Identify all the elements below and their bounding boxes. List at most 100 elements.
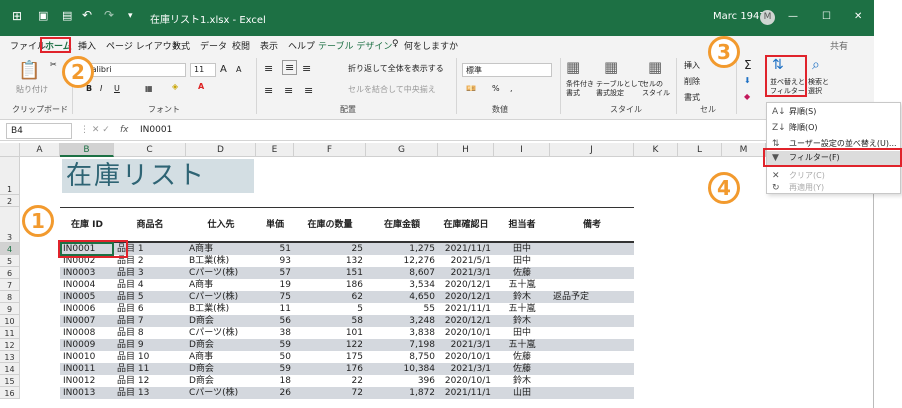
table-cell[interactable]: IN0013 [60, 387, 114, 399]
paste-icon[interactable]: 📋 [18, 60, 40, 81]
table-cell[interactable]: 38 [256, 327, 294, 339]
table-cell[interactable]: D商会 [186, 375, 256, 387]
bold-button[interactable]: B [86, 84, 92, 93]
table-cell[interactable]: 山田 [494, 387, 550, 399]
row-header-12[interactable]: 12 [0, 339, 20, 351]
table-cell[interactable]: 品目 5 [114, 291, 186, 303]
format-as-table-icon[interactable]: ▦ [604, 58, 618, 76]
table-cell[interactable]: 品目 4 [114, 279, 186, 291]
column-header-J[interactable]: J [550, 143, 634, 157]
tab-page-layout[interactable]: ページ レイアウト [106, 39, 181, 52]
row-header-10[interactable]: 10 [0, 315, 20, 327]
insert-function-button[interactable]: fx [120, 125, 129, 135]
column-header-A[interactable]: A [20, 143, 60, 157]
table-cell[interactable]: 19 [256, 279, 294, 291]
table-cell[interactable] [550, 315, 634, 327]
table-cell[interactable]: 2020/12/1 [438, 279, 494, 291]
table-cell[interactable]: 1,275 [366, 243, 438, 255]
undo-icon[interactable]: ↶ [82, 8, 92, 22]
table-cell[interactable] [550, 363, 634, 375]
row-header-14[interactable]: 14 [0, 363, 20, 375]
table-cell[interactable]: 3,534 [366, 279, 438, 291]
table-cell[interactable]: 2021/11/1 [438, 387, 494, 399]
font-size-select[interactable]: 11 [190, 63, 216, 77]
table-cell[interactable]: 132 [294, 255, 366, 267]
table-cell[interactable]: 品目 13 [114, 387, 186, 399]
table-cell[interactable]: 田中 [494, 243, 550, 255]
row-header-8[interactable]: 8 [0, 291, 20, 303]
minimize-button[interactable]: — [788, 11, 798, 22]
table-cell[interactable]: 22 [294, 375, 366, 387]
table-cell[interactable]: 57 [256, 267, 294, 279]
table-cell[interactable]: 品目 8 [114, 327, 186, 339]
table-header-cell[interactable]: 在庫の数量 [294, 219, 366, 231]
row-header-5[interactable]: 5 [0, 255, 20, 267]
percent-button[interactable]: % [492, 84, 500, 93]
table-cell[interactable]: IN0004 [60, 279, 114, 291]
table-cell[interactable]: 2020/12/1 [438, 315, 494, 327]
table-cell[interactable]: 3,248 [366, 315, 438, 327]
font-name-select[interactable]: Calibri [82, 63, 186, 77]
table-cell[interactable]: 田中 [494, 255, 550, 267]
italic-button[interactable]: I [100, 84, 102, 93]
table-cell[interactable]: 2021/11/1 [438, 303, 494, 315]
table-cell[interactable]: 59 [256, 363, 294, 375]
column-header-H[interactable]: H [438, 143, 494, 157]
table-cell[interactable]: 品目 7 [114, 315, 186, 327]
table-cell[interactable]: IN0003 [60, 267, 114, 279]
wrap-text-button[interactable]: 折り返して全体を表示する [348, 63, 444, 74]
table-cell[interactable]: A商事 [186, 279, 256, 291]
table-cell[interactable]: 五十嵐 [494, 303, 550, 315]
column-header-B[interactable]: B [60, 143, 114, 157]
fill-icon[interactable]: ⬇ [744, 76, 751, 85]
column-header-E[interactable]: E [256, 143, 294, 157]
table-cell[interactable]: IN0008 [60, 327, 114, 339]
table-cell[interactable] [550, 255, 634, 267]
cut-icon[interactable]: ✂ [50, 60, 57, 69]
table-cell[interactable]: IN0009 [60, 339, 114, 351]
align-top-icon[interactable]: ≡ [264, 62, 273, 75]
table-cell[interactable]: 田中 [494, 327, 550, 339]
table-cell[interactable]: 2021/3/1 [438, 267, 494, 279]
column-header-M[interactable]: M [722, 143, 766, 157]
table-header-cell[interactable]: 仕入先 [186, 219, 256, 231]
comma-button[interactable]: , [510, 84, 513, 93]
table-cell[interactable]: 101 [294, 327, 366, 339]
table-cell[interactable]: 59 [256, 339, 294, 351]
table-cell[interactable]: 佐藤 [494, 267, 550, 279]
grow-font-button[interactable]: A [220, 64, 227, 75]
currency-icon[interactable]: 💴 [466, 84, 476, 93]
table-cell[interactable]: Cパーツ(株) [186, 267, 256, 279]
table-header-cell[interactable]: 在庫 ID [60, 219, 114, 231]
table-cell[interactable]: D商会 [186, 315, 256, 327]
table-cell[interactable]: 五十嵐 [494, 339, 550, 351]
table-cell[interactable]: B工業(株) [186, 303, 256, 315]
autosum-icon[interactable]: Σ [744, 58, 752, 72]
table-cell[interactable]: Cパーツ(株) [186, 387, 256, 399]
format-as-table-button[interactable]: テーブルとして 書式設定 [596, 80, 644, 98]
sheet-title[interactable]: 在庫リスト [62, 159, 254, 193]
conditional-format-button[interactable]: 条件付き 書式 [566, 80, 594, 98]
table-cell[interactable]: 7,198 [366, 339, 438, 351]
table-cell[interactable]: 396 [366, 375, 438, 387]
table-cell[interactable]: 鈴木 [494, 291, 550, 303]
close-button[interactable]: ✕ [854, 11, 862, 22]
table-cell[interactable]: 75 [256, 291, 294, 303]
row-header-4[interactable]: 4 [0, 243, 20, 255]
table-header-cell[interactable]: 在庫確認日 [438, 219, 494, 231]
share-button[interactable]: 共有 [830, 39, 848, 52]
table-header-cell[interactable]: 単価 [256, 219, 294, 231]
insert-cells-button[interactable]: 挿入 [684, 60, 700, 71]
table-cell[interactable]: IN0011 [60, 363, 114, 375]
table-header-cell[interactable]: 商品名 [114, 219, 186, 231]
table-cell[interactable]: 返品予定 [550, 291, 634, 303]
tab-formulas[interactable]: 数式 [172, 39, 190, 52]
table-header-cell[interactable]: 在庫金額 [366, 219, 438, 231]
find-select-icon[interactable]: ⌕ [812, 57, 820, 73]
row-header-16[interactable]: 16 [0, 387, 20, 399]
number-format-select[interactable]: 標準 [462, 63, 552, 77]
select-all-corner[interactable] [0, 143, 20, 157]
table-cell[interactable]: IN0012 [60, 375, 114, 387]
table-cell[interactable]: 11 [256, 303, 294, 315]
table-cell[interactable]: 2021/3/1 [438, 339, 494, 351]
